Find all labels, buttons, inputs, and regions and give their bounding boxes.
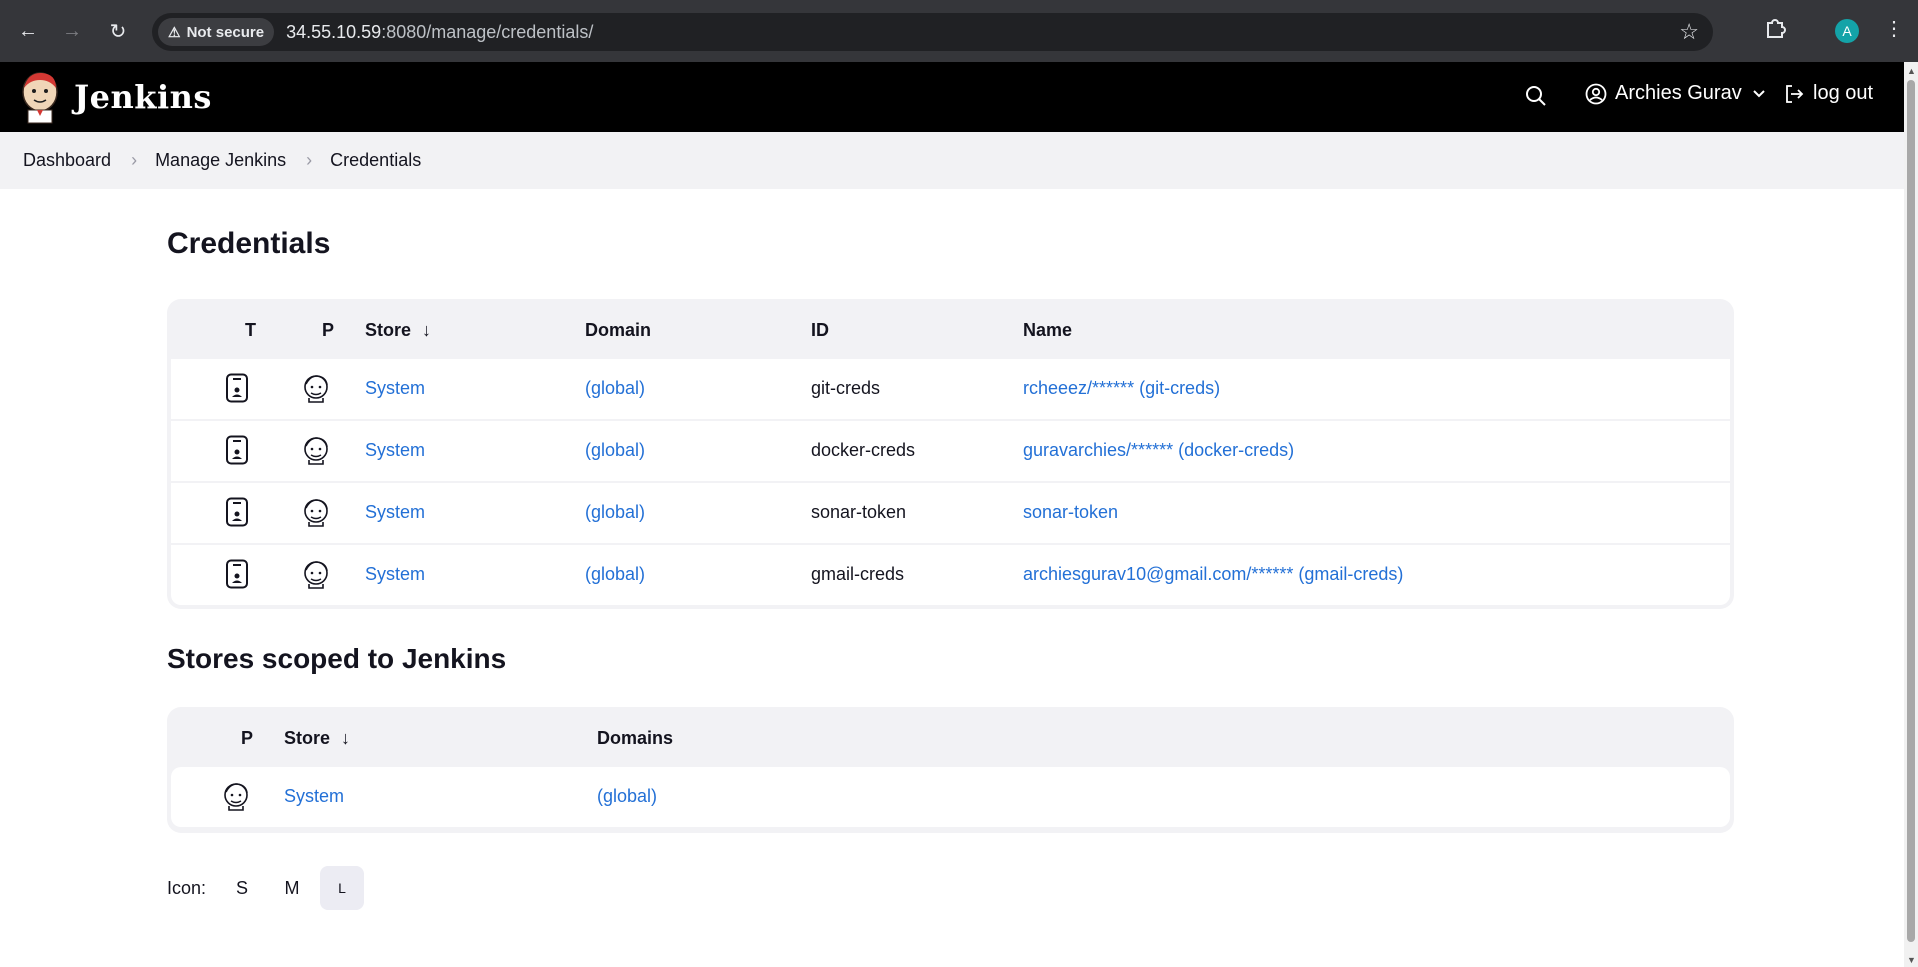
breadcrumb-credentials[interactable]: Credentials [330, 150, 421, 171]
jenkins-provider-icon [301, 559, 331, 594]
store-link[interactable]: System [365, 564, 425, 585]
column-store-label: Store [365, 320, 412, 340]
chevron-right-icon: › [306, 150, 313, 170]
url-text[interactable]: 34.55.10.59:8080/manage/credentials/ [286, 22, 593, 43]
jenkins-provider-icon [301, 497, 331, 532]
credential-name-link[interactable]: archiesgurav10@gmail.com/****** (gmail-c… [1023, 564, 1403, 585]
table-header: T P Store ↓ Domain ID Name [171, 303, 1730, 359]
jenkins-provider-icon [301, 435, 331, 470]
profile-avatar[interactable]: A [1835, 19, 1859, 43]
domain-link[interactable]: (global) [585, 502, 645, 523]
scroll-up-icon[interactable]: ▲ [1907, 66, 1916, 76]
section-title: Stores scoped to Jenkins [167, 643, 507, 674]
logout-label: log out [1813, 82, 1874, 104]
reload-icon[interactable]: ↻ [104, 17, 132, 45]
jenkins-home-link[interactable]: Jenkins [20, 70, 212, 124]
jenkins-provider-icon [301, 373, 331, 408]
domain-link[interactable]: (global) [585, 378, 645, 399]
store-link[interactable]: System [284, 786, 344, 807]
stores-table: P Store ↓ Domains System (global) [167, 707, 1734, 833]
column-name[interactable]: Name [1023, 320, 1072, 341]
column-store-label: Store [284, 728, 331, 748]
security-chip-label: Not secure [186, 23, 265, 41]
url-host: 34.55.10.59 [286, 21, 382, 42]
chevron-right-icon: › [131, 150, 138, 170]
credential-id: sonar-token [811, 502, 907, 522]
user-menu[interactable]: Archies Gurav [1585, 82, 1766, 105]
back-icon[interactable]: ← [14, 17, 42, 45]
url-path: :8080/manage/credentials/ [381, 21, 594, 42]
table-row: System (global) gmail-creds archiesgurav… [171, 545, 1730, 605]
table-row: System (global) sonar-token sonar-token [171, 483, 1730, 543]
credential-id: git-creds [811, 378, 881, 398]
breadcrumb: Dashboard › Manage Jenkins › Credentials [0, 132, 1904, 189]
security-chip[interactable]: ⚠ Not secure [158, 18, 275, 46]
credential-type-icon [225, 435, 249, 470]
logout-link[interactable]: log out [1783, 82, 1873, 105]
table-header: P Store ↓ Domains [171, 711, 1730, 767]
credential-id: gmail-creds [811, 564, 905, 584]
domain-link[interactable]: (global) [597, 786, 657, 807]
domain-link[interactable]: (global) [585, 440, 645, 461]
column-store[interactable]: Store ↓ [284, 728, 350, 749]
credentials-table: T P Store ↓ Domain ID Name System (globa… [167, 299, 1734, 609]
browser-toolbar: ← → ↻ ⚠ Not secure 34.55.10.59:8080/mana… [0, 0, 1918, 62]
icon-size-label: Icon: [167, 877, 207, 898]
icon-size-selector: Icon: S M L [167, 866, 365, 910]
bookmark-star-icon[interactable]: ☆ [1679, 19, 1699, 45]
credential-name-link[interactable]: sonar-token [1023, 502, 1118, 523]
credential-name-link[interactable]: guravarchies/****** (docker-creds) [1023, 440, 1294, 461]
icon-size-small-button[interactable]: S [220, 866, 264, 910]
chevron-down-icon [1753, 89, 1765, 97]
credential-type-icon [225, 559, 249, 594]
column-store[interactable]: Store ↓ [365, 320, 431, 341]
column-domain[interactable]: Domain [585, 320, 651, 341]
page-scrollbar[interactable]: ▲ ▼ [1904, 62, 1918, 967]
jenkins-provider-icon [221, 781, 251, 816]
credential-id: docker-creds [811, 440, 916, 460]
user-icon [1585, 83, 1607, 104]
store-link[interactable]: System [365, 440, 425, 461]
logout-icon [1786, 84, 1804, 103]
table-row: System (global) docker-creds guravarchie… [171, 421, 1730, 481]
search-icon[interactable] [1524, 84, 1548, 113]
browser-menu-icon[interactable]: ⋮ [1884, 16, 1904, 41]
table-row: System (global) [171, 767, 1730, 827]
credential-name-link[interactable]: rcheeez/****** (git-creds) [1023, 378, 1220, 399]
brand-name: Jenkins [74, 78, 212, 116]
breadcrumb-manage-jenkins[interactable]: Manage Jenkins [155, 150, 286, 171]
scrollbar-thumb[interactable] [1907, 80, 1915, 942]
column-id[interactable]: ID [811, 320, 829, 341]
credential-type-icon [225, 497, 249, 532]
breadcrumb-dashboard[interactable]: Dashboard [23, 150, 111, 171]
address-bar[interactable]: ⚠ Not secure 34.55.10.59:8080/manage/cre… [152, 13, 1713, 51]
sort-arrow-icon: ↓ [341, 728, 351, 748]
sort-arrow-icon: ↓ [422, 320, 432, 340]
jenkins-logo-icon [22, 72, 58, 124]
column-type[interactable]: T [245, 320, 256, 341]
extensions-icon[interactable] [1764, 17, 1786, 45]
page-title: Credentials [167, 227, 331, 260]
store-link[interactable]: System [365, 502, 425, 523]
credential-type-icon [225, 373, 249, 408]
scroll-down-icon[interactable]: ▼ [1907, 955, 1916, 965]
icon-size-medium-button[interactable]: M [270, 866, 314, 910]
table-row: System (global) git-creds rcheeez/******… [171, 359, 1730, 419]
store-link[interactable]: System [365, 378, 425, 399]
column-domains[interactable]: Domains [597, 728, 673, 749]
warning-icon: ⚠ [168, 23, 181, 40]
user-name: Archies Gurav [1615, 82, 1742, 104]
icon-size-large-button[interactable]: L [320, 866, 365, 910]
forward-icon[interactable]: → [58, 17, 86, 45]
domain-link[interactable]: (global) [585, 564, 645, 585]
jenkins-header: Jenkins Archies Gurav log out [0, 62, 1904, 132]
column-provider[interactable]: P [241, 728, 253, 749]
column-provider[interactable]: P [322, 320, 334, 341]
